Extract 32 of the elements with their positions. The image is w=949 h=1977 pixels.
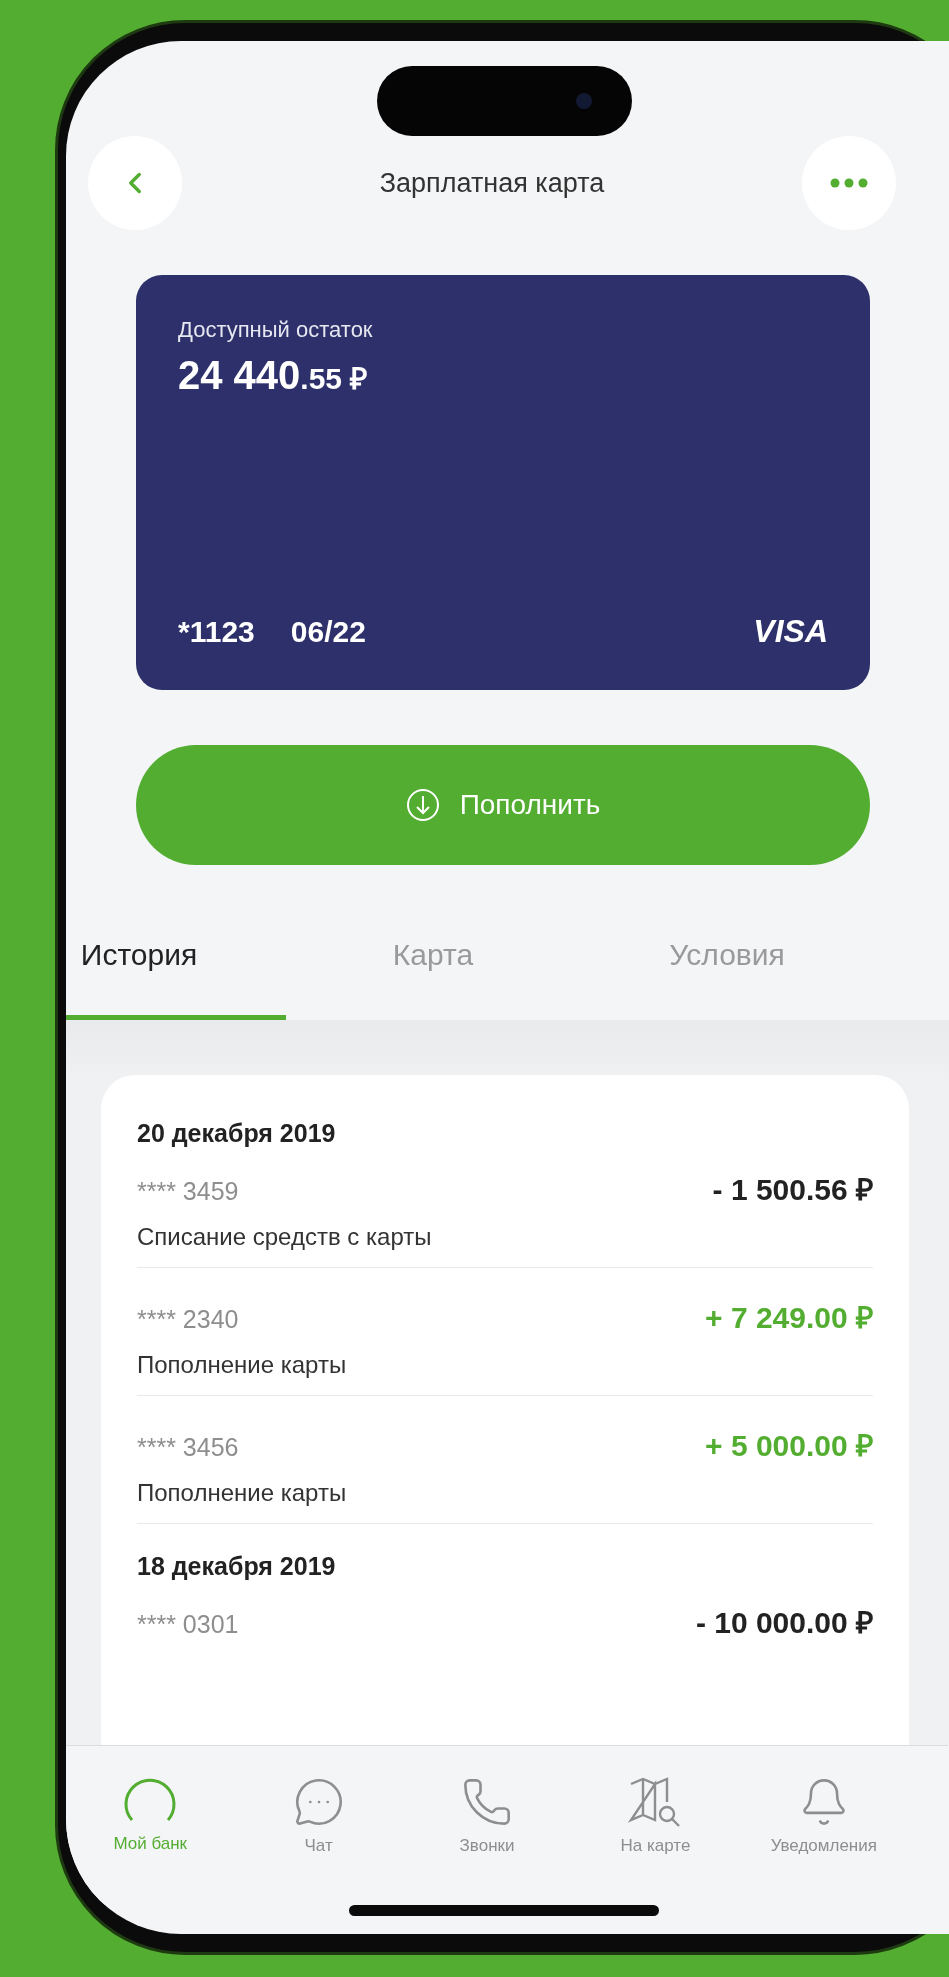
top-up-button[interactable]: Пополнить: [136, 745, 870, 865]
card-expiry: 06/22: [290, 614, 366, 649]
account-number: **** 0301: [137, 1610, 239, 1639]
transaction-amount: - 10 000.00 ₽: [695, 1605, 873, 1641]
more-icon: [829, 178, 869, 188]
bank-card[interactable]: Доступный остаток 24 440.55 ₽ *1123 06/22 VISA: [136, 275, 870, 690]
date-heading: 18 декабря 2019: [137, 1552, 337, 1581]
tab[interactable]: Карта: [286, 915, 580, 1020]
account-number: **** 3456: [137, 1433, 239, 1462]
camera-lens: [575, 93, 592, 109]
account-number: **** 3459: [137, 1177, 239, 1206]
nav-item[interactable]: Уведомления: [739, 1756, 909, 1905]
balance-amount: 24 440.55 ₽: [178, 353, 369, 398]
transaction-amount: + 5 000.00 ₽: [705, 1428, 873, 1464]
nav-item[interactable]: Мой банк: [66, 1756, 235, 1905]
account-number: **** 2340: [137, 1305, 239, 1334]
card-brand: VISA: [753, 613, 828, 650]
transaction-description: Пополнение карты: [137, 1351, 348, 1379]
nav-item[interactable]: На карте: [571, 1756, 740, 1905]
nav-item[interactable]: Чат: [234, 1756, 403, 1905]
transaction-amount: - 1 500.56 ₽: [712, 1172, 873, 1208]
tab[interactable]: Условия: [580, 915, 874, 1020]
transaction-amount: + 7 249.00 ₽: [705, 1300, 873, 1336]
card-number: *1123: [178, 614, 255, 649]
phone-icon: [461, 1776, 513, 1828]
balance-label: Доступный остаток: [178, 317, 374, 343]
transaction-description: Списание средств с карты: [137, 1223, 433, 1251]
date-heading: 20 декабря 2019: [137, 1119, 337, 1148]
page-title: Зарплатная карта: [379, 167, 605, 199]
transaction-description: Пополнение карты: [137, 1479, 348, 1507]
nav-item[interactable]: Звонки: [402, 1756, 572, 1905]
download-icon: [405, 788, 440, 822]
